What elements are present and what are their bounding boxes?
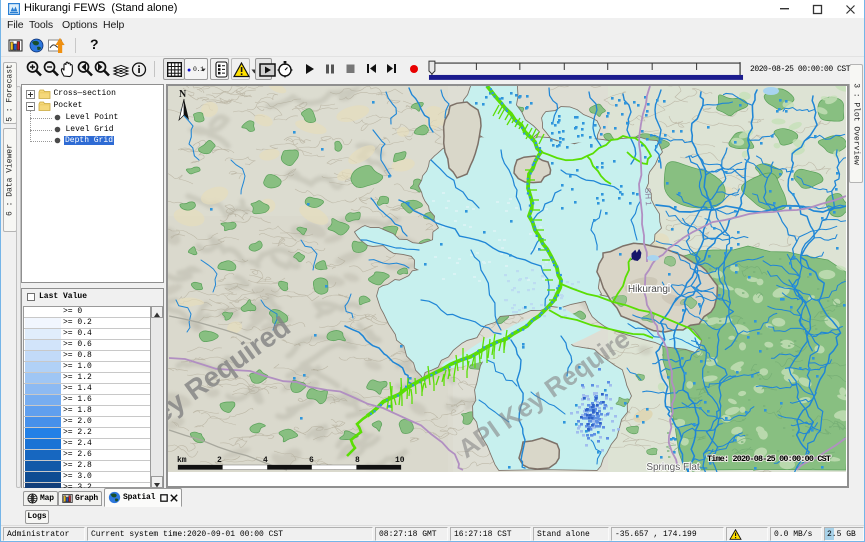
svg-text:Hikurangi: Hikurangi (628, 284, 670, 295)
svg-text:6: 6 (309, 456, 314, 465)
svg-text:2: 2 (217, 456, 222, 465)
svg-text:SH 1: SH 1 (643, 188, 653, 207)
svg-text:8: 8 (355, 456, 360, 465)
svg-text:km: km (177, 456, 187, 465)
svg-text:10: 10 (395, 456, 405, 465)
svg-text:Springs Flat: Springs Flat (646, 462, 700, 472)
svg-text:4: 4 (263, 456, 268, 465)
svg-text:Time: 2020-08-25 00:00:00 CST: Time: 2020-08-25 00:00:00 CST (707, 454, 831, 464)
svg-text:N: N (179, 89, 187, 100)
